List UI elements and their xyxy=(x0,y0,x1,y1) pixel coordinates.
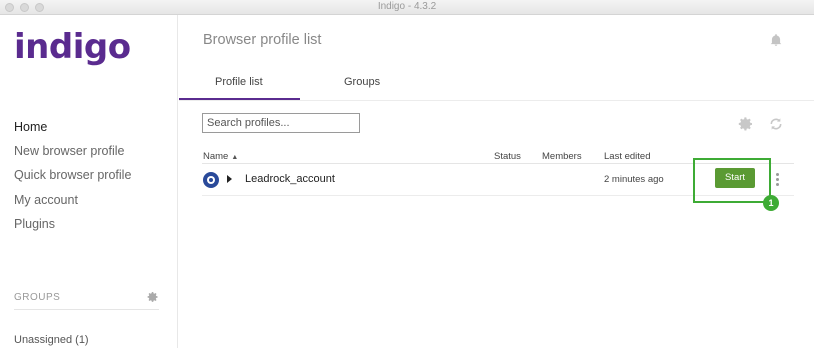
expand-caret-icon[interactable] xyxy=(227,175,232,183)
tabs-divider xyxy=(179,100,814,101)
column-header-name-label: Name xyxy=(203,151,229,162)
refresh-icon[interactable] xyxy=(768,116,784,132)
nav-plugins[interactable]: Plugins xyxy=(14,217,55,231)
window-title: Indigo - 4.3.2 xyxy=(377,1,437,12)
app-logo: indigo xyxy=(14,27,131,67)
nav-my-account[interactable]: My account xyxy=(14,193,78,207)
browser-icon xyxy=(203,172,219,188)
groups-divider xyxy=(14,309,159,310)
column-header-name[interactable]: Name ▲ xyxy=(203,151,238,162)
profile-last-edited: 2 minutes ago xyxy=(604,174,664,185)
search-input[interactable] xyxy=(202,113,360,133)
annotation-highlight-box xyxy=(693,158,771,203)
window-titlebar: Indigo - 4.3.2 xyxy=(0,0,814,15)
page-title: Browser profile list xyxy=(203,32,322,48)
group-item-unassigned[interactable]: Unassigned (1) xyxy=(14,334,89,346)
annotation-step-badge: 1 xyxy=(763,195,779,211)
column-header-last-edited[interactable]: Last edited xyxy=(604,151,650,162)
profile-name[interactable]: Leadrock_account xyxy=(245,173,335,185)
more-vertical-icon[interactable] xyxy=(774,172,780,188)
bell-icon[interactable] xyxy=(769,32,783,48)
nav-new-browser-profile[interactable]: New browser profile xyxy=(14,144,124,158)
column-header-status[interactable]: Status xyxy=(494,151,521,162)
sidebar: indigo Home New browser profile Quick br… xyxy=(0,15,178,348)
nav-home[interactable]: Home xyxy=(14,120,47,134)
tab-groups[interactable]: Groups xyxy=(344,76,380,88)
main-panel: Browser profile list Profile list Groups… xyxy=(179,15,814,348)
sort-asc-icon: ▲ xyxy=(231,154,239,161)
gear-icon[interactable] xyxy=(738,116,754,132)
groups-heading: GROUPS xyxy=(14,292,61,303)
column-header-members[interactable]: Members xyxy=(542,151,582,162)
gear-icon[interactable] xyxy=(147,291,159,303)
tab-profile-list[interactable]: Profile list xyxy=(215,76,263,88)
nav-quick-browser-profile[interactable]: Quick browser profile xyxy=(14,168,131,182)
